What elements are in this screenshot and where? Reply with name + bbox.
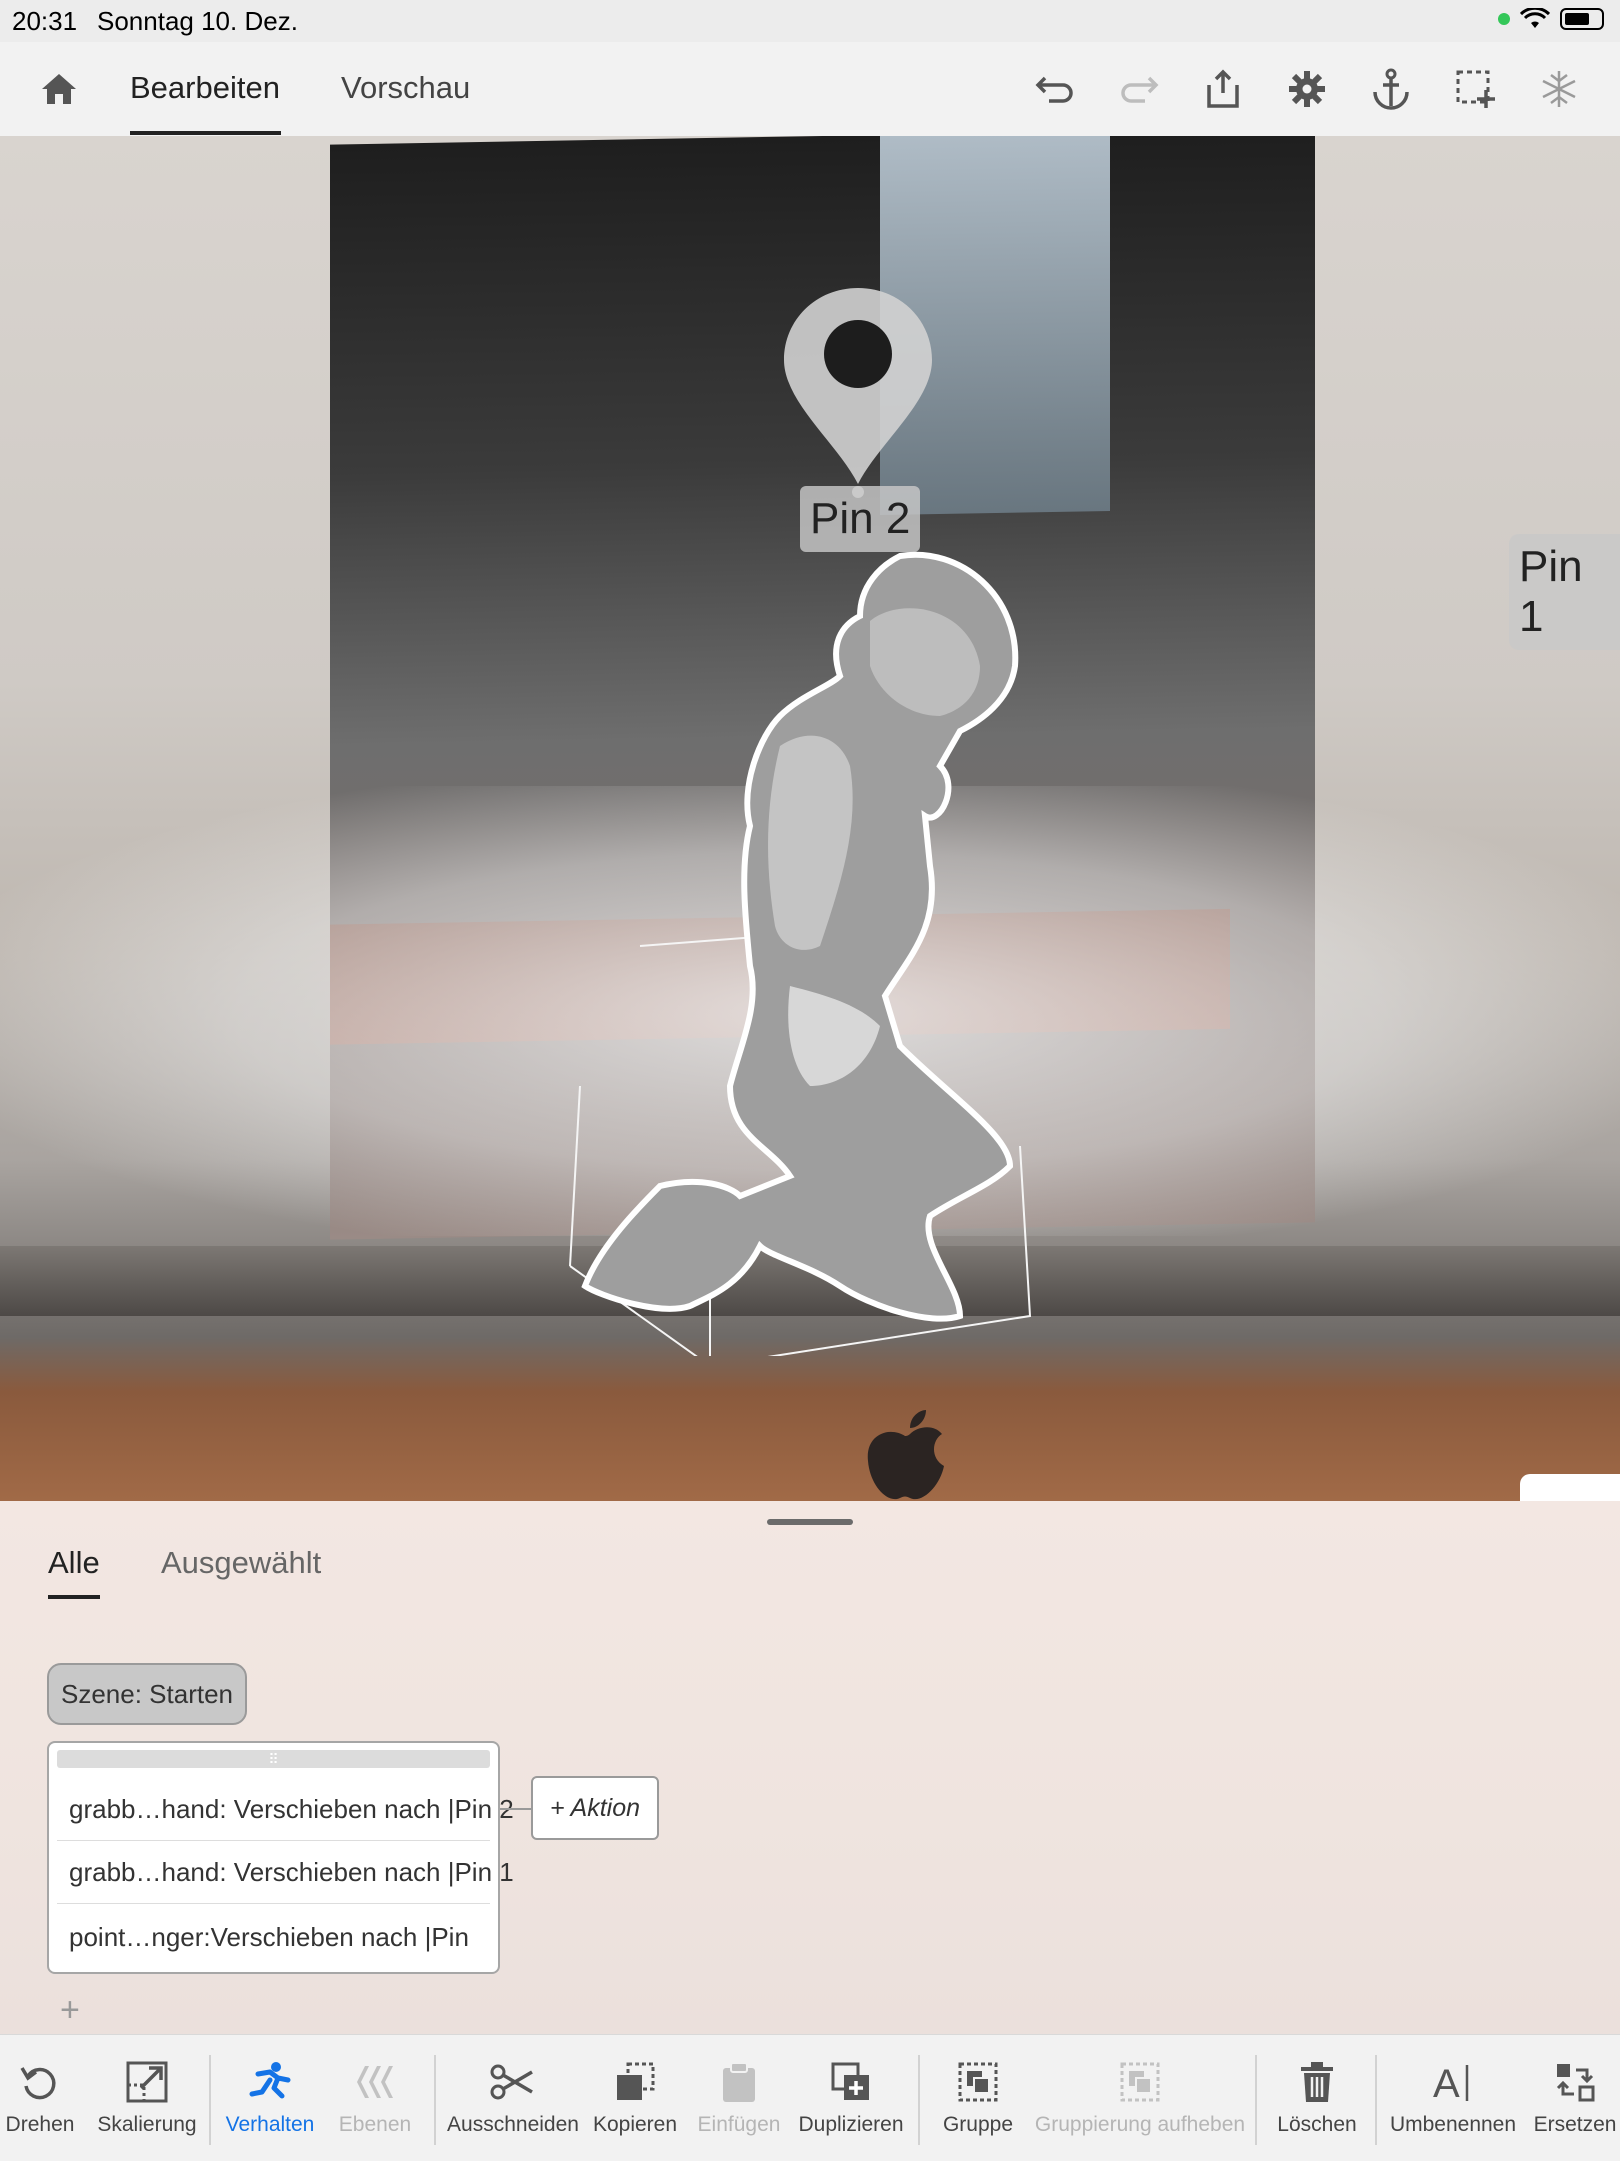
home-icon (42, 74, 76, 104)
add-trigger-button[interactable]: + (60, 1991, 80, 2030)
top-navigation: Bearbeiten Vorschau (0, 42, 1620, 136)
action-connector (500, 1808, 532, 1810)
action-sequence[interactable]: ⠿ grabb…hand: Verschieben nach |Pin 2 gr… (47, 1741, 514, 1974)
settings-button[interactable] (1282, 64, 1332, 114)
toolbar-divider (918, 2055, 920, 2145)
status-time: 20:31 (12, 6, 78, 36)
pin-1-label[interactable]: Pin 1 (1509, 534, 1620, 650)
layers-label: Ebenen (338, 2113, 412, 2136)
rename-label: Umbenennen (1389, 2113, 1517, 2136)
action-item[interactable]: grabb…hand: Verschieben nach |Pin 1 (57, 1842, 514, 1904)
active-panel-tab-indicator (48, 1595, 100, 1599)
redo-button[interactable] (1114, 64, 1164, 114)
battery-icon (1560, 8, 1604, 30)
ungroup-button[interactable]: Gruppierung aufheben (1030, 2035, 1250, 2161)
tab-ausgewaehlt[interactable]: Ausgewählt (161, 1545, 321, 1581)
copy-button[interactable]: Kopieren (590, 2035, 680, 2161)
cut-icon (490, 2064, 533, 2100)
copy-label: Kopieren (592, 2113, 678, 2136)
status-date: Sonntag 10. Dez. (97, 6, 298, 36)
behavior-label: Verhalten (225, 2113, 315, 2136)
ungroup-label: Gruppierung aufheben (1034, 2113, 1246, 2136)
ungroup-icon (1120, 2062, 1160, 2102)
redo-icon (1121, 76, 1159, 103)
replace-icon (1556, 2064, 1595, 2102)
anchor-icon (1373, 68, 1409, 110)
replace-label: Ersetzen (1533, 2113, 1617, 2136)
scale-button[interactable]: Skalierung (92, 2035, 202, 2161)
share-button[interactable] (1198, 64, 1248, 114)
svg-text:A: A (1433, 2062, 1460, 2103)
active-tab-indicator (130, 131, 281, 135)
add-action-button[interactable]: + Aktion (531, 1776, 659, 1840)
group-label: Gruppe (942, 2113, 1014, 2136)
toolbar-divider (1255, 2055, 1257, 2145)
duplicate-label: Duplizieren (798, 2113, 904, 2136)
kneeling-figure-model[interactable] (540, 526, 1040, 1356)
sequence-drag-handle[interactable]: ⠿ (57, 1750, 490, 1768)
toolbar-divider (209, 2055, 211, 2145)
paste-icon (723, 2062, 755, 2102)
toolbar-divider (1375, 2055, 1377, 2145)
bottom-toolbar: Drehen Skalierung Verhalten Ebenen Aussc… (0, 2034, 1620, 2161)
undo-icon (1035, 76, 1073, 103)
tab-bearbeiten[interactable]: Bearbeiten (130, 70, 280, 106)
anchor-button[interactable] (1366, 64, 1416, 114)
select-add-icon (1456, 70, 1495, 108)
group-button[interactable]: Gruppe (935, 2035, 1021, 2161)
duplicate-icon (831, 2062, 869, 2100)
camera-active-indicator (1498, 13, 1510, 25)
tab-vorschau[interactable]: Vorschau (341, 70, 470, 106)
duplicate-button[interactable]: Duplizieren (796, 2035, 906, 2161)
rotate-button[interactable]: Drehen (0, 2035, 80, 2161)
delete-label: Löschen (1277, 2113, 1357, 2136)
panel-drag-handle[interactable] (767, 1519, 853, 1525)
tab-alle[interactable]: Alle (48, 1545, 100, 1581)
rename-icon: A (1433, 2062, 1469, 2103)
pin-marker-icon[interactable] (778, 284, 938, 504)
home-button[interactable] (40, 72, 78, 111)
paste-label: Einfügen (697, 2113, 781, 2136)
wifi-icon (1520, 8, 1550, 28)
delete-button[interactable]: Löschen (1272, 2035, 1362, 2161)
trigger-scene-start[interactable]: Szene: Starten (47, 1663, 247, 1725)
cut-button[interactable]: Ausschneiden (447, 2035, 579, 2161)
trash-icon (1301, 2062, 1333, 2102)
status-bar: 20:31 Sonntag 10. Dez. (0, 0, 1620, 42)
rename-button[interactable]: A Umbenennen (1388, 2035, 1518, 2161)
settings-icon (1289, 71, 1325, 107)
hierarchy-icon (1542, 71, 1576, 107)
action-item[interactable]: grabb…hand: Verschieben nach |Pin 2 (57, 1779, 514, 1841)
behaviors-panel: Alle Ausgewählt Szene: Starten ⠿ grabb…h… (0, 1501, 1620, 2034)
ar-viewport[interactable]: Pin 2 Pin 1 (0, 136, 1620, 1501)
behavior-button[interactable]: Verhalten (220, 2035, 320, 2161)
share-icon (1207, 69, 1239, 108)
select-add-button[interactable] (1450, 64, 1500, 114)
rotate-label: Drehen (5, 2113, 75, 2136)
behavior-icon (249, 2062, 291, 2099)
cut-label: Ausschneiden (447, 2113, 579, 2136)
copy-icon (617, 2062, 655, 2100)
behavior-list-toggle[interactable] (1520, 1474, 1620, 1501)
scale-label: Skalierung (97, 2113, 197, 2136)
hierarchy-button[interactable] (1534, 64, 1584, 114)
rotate-icon (20, 2067, 56, 2100)
layers-button[interactable]: Ebenen (330, 2035, 420, 2161)
status-indicators (1498, 8, 1604, 30)
scale-icon (126, 2061, 168, 2103)
undo-button[interactable] (1030, 64, 1080, 114)
apple-logo-icon (867, 1410, 944, 1500)
group-icon (958, 2062, 998, 2102)
replace-button[interactable]: Ersetzen (1530, 2035, 1620, 2161)
paste-button[interactable]: Einfügen (693, 2035, 785, 2161)
toolbar-divider (434, 2055, 436, 2145)
layers-icon (357, 2066, 393, 2098)
action-item[interactable]: point…nger:Verschieben nach |Pin (57, 1906, 490, 1968)
